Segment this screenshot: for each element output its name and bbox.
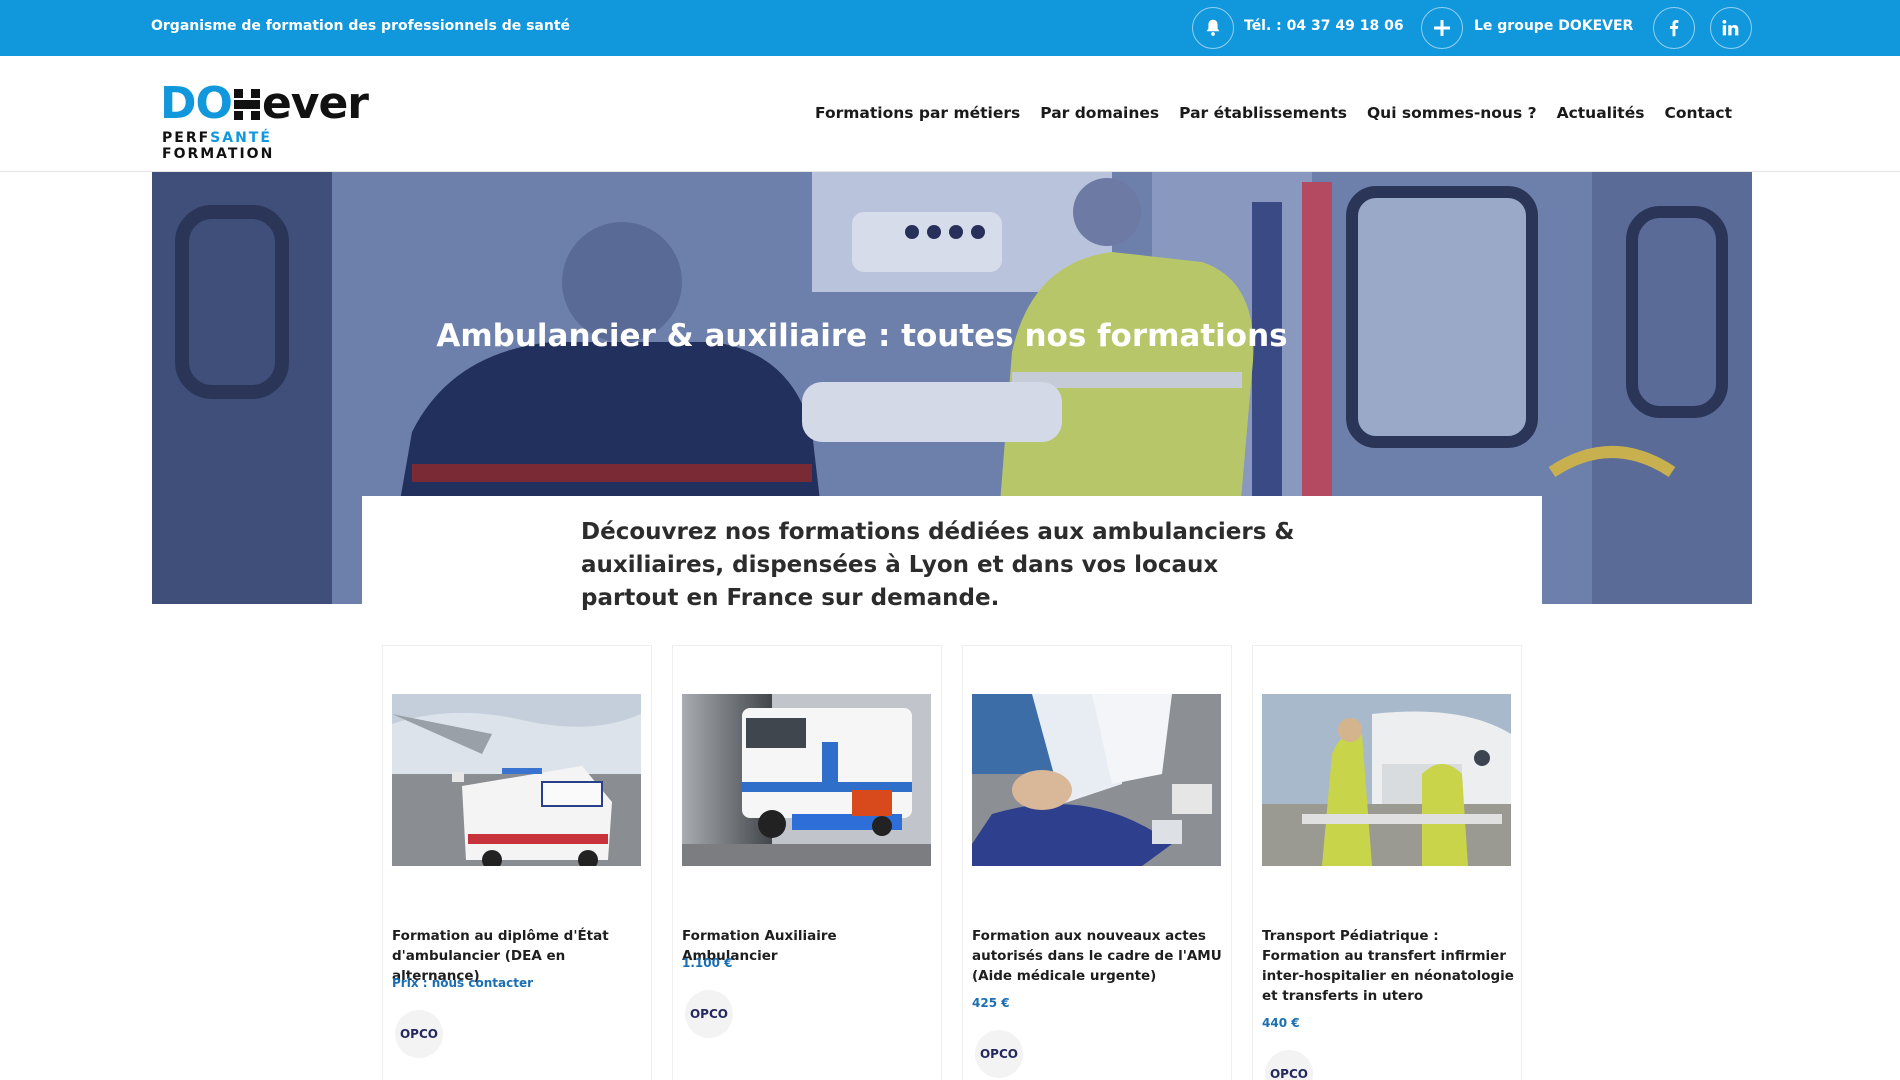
nav-actualites[interactable]: Actualités <box>1557 104 1645 122</box>
card-image[interactable] <box>682 694 931 866</box>
bell-icon[interactable] <box>1192 7 1234 49</box>
hero-title: Ambulancier & auxiliaire : toutes nos fo… <box>436 318 1288 354</box>
opco-badge: OPCO <box>685 990 733 1038</box>
opco-badge: OPCO <box>395 1010 443 1058</box>
card-image[interactable] <box>972 694 1221 866</box>
top-bar: Organisme de formation des professionnel… <box>0 0 1900 56</box>
main-nav: Formations par métiers Par domaines Par … <box>815 104 1732 122</box>
training-card[interactable]: Formation aux nouveaux actes autorisés d… <box>962 645 1232 1080</box>
nav-contact[interactable]: Contact <box>1664 104 1732 122</box>
nav-qui-sommes-nous[interactable]: Qui sommes-nous ? <box>1367 104 1537 122</box>
opco-badge: OPCO <box>975 1030 1023 1078</box>
card-price: Prix : nous contacter <box>392 976 534 990</box>
card-title[interactable]: Transport Pédiatrique : Formation au tra… <box>1262 926 1514 1006</box>
logo-wordmark: DO ever <box>160 78 369 129</box>
opco-badge: OPCO <box>1265 1050 1313 1080</box>
training-card[interactable]: Transport Pédiatrique : Formation au tra… <box>1252 645 1522 1080</box>
card-price: 1.100 € <box>682 956 733 970</box>
training-card[interactable]: Formation Auxiliaire Ambulancier 1.100 €… <box>672 645 942 1080</box>
intro-text: Découvrez nos formations dédiées aux amb… <box>581 519 1295 611</box>
phone-link[interactable]: Tél. : 04 37 49 18 06 <box>1244 18 1404 34</box>
group-link[interactable]: Le groupe DOKEVER <box>1474 18 1633 34</box>
nav-par-etablissements[interactable]: Par établissements <box>1179 104 1347 122</box>
training-card[interactable]: Formation au diplôme d'État d'ambulancie… <box>382 645 652 1080</box>
card-image[interactable] <box>1262 694 1511 866</box>
plus-icon[interactable] <box>1421 7 1463 49</box>
card-price: 440 € <box>1262 1016 1300 1030</box>
facebook-icon[interactable] <box>1653 7 1695 49</box>
nav-par-domaines[interactable]: Par domaines <box>1040 104 1159 122</box>
card-image[interactable] <box>392 694 641 866</box>
site-header: DO ever PERFSANTÉ FORMATION Formations pa… <box>0 56 1900 172</box>
top-tagline: Organisme de formation des professionnel… <box>151 18 571 34</box>
card-title[interactable]: Formation aux nouveaux actes autorisés d… <box>972 926 1224 986</box>
logo-tagline: PERFSANTÉ FORMATION <box>162 130 275 162</box>
intro-box: Découvrez nos formations dédiées aux amb… <box>362 496 1542 616</box>
logo-k-mark-icon <box>233 89 260 120</box>
nav-formations-par-metiers[interactable]: Formations par métiers <box>815 104 1020 122</box>
linkedin-icon[interactable] <box>1710 7 1752 49</box>
dokever-logo[interactable]: DO ever PERFSANTÉ FORMATION <box>160 78 390 163</box>
card-price: 425 € <box>972 996 1010 1010</box>
